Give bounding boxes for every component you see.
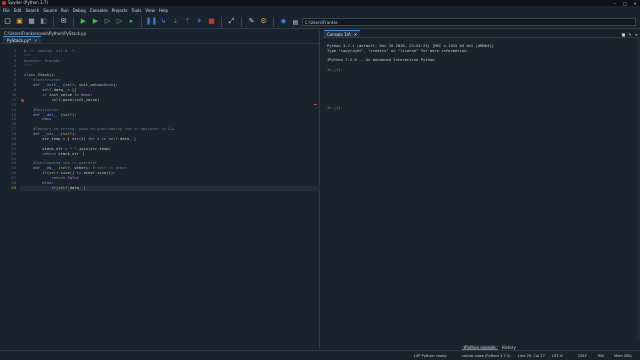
- status-bar: LSP Python: ready conda: base (Python 3.…: [0, 350, 640, 360]
- menu-bar: File Edit Search Source Run Debug Consoles Proj…: [0, 7, 640, 14]
- window-titlebar: Spyder (Python 3.7) – □ ✕: [0, 0, 640, 6]
- status-eol: CRLF: [578, 354, 588, 358]
- maximize-icon[interactable]: □: [620, 0, 630, 6]
- save-icon[interactable]: ■: [27, 17, 36, 26]
- menu-view[interactable]: View: [145, 7, 155, 14]
- line-number: 29: [11, 184, 16, 190]
- menu-debug[interactable]: Debug: [73, 7, 86, 14]
- tab-pystack[interactable]: PyStack.py* ✕: [3, 36, 42, 43]
- save-all-icon[interactable]: ◧: [39, 17, 48, 26]
- console-output[interactable]: Python 3.7.1 (default, Dec 10 2018, 22:5…: [327, 43, 636, 111]
- open-file-icon[interactable]: ▣: [15, 17, 24, 26]
- toolbar-separator: [141, 16, 142, 27]
- run-cell-advance-icon[interactable]: ▷: [115, 17, 124, 26]
- new-file-icon[interactable]: ▢: [3, 17, 12, 26]
- python-path-icon[interactable]: ⚙: [259, 17, 268, 26]
- code-line[interactable]: 29 if(self.data_ ): [11, 184, 320, 191]
- continue-icon[interactable]: ⏵: [195, 17, 204, 26]
- menu-source[interactable]: Source: [43, 7, 57, 14]
- console-prompt: In [1]:: [327, 105, 344, 111]
- spyder-app-icon: [2, 1, 6, 5]
- close-console-icon[interactable]: ✕: [354, 32, 357, 37]
- maximize-pane-icon[interactable]: ⤢: [227, 17, 236, 26]
- window-title: Spyder (Python 3.7): [8, 0, 48, 5]
- toolbar-separator: [53, 16, 54, 27]
- step-return-icon[interactable]: ⇡: [183, 17, 192, 26]
- status-lsp: LSP Python: ready: [414, 354, 447, 358]
- stop-kernel-icon[interactable]: ■: [622, 32, 626, 37]
- console-pane: Console 1/A ✕ ■ ✎ ≡ Python 3.7.1 (defaul…: [322, 30, 640, 348]
- minimize-icon[interactable]: –: [610, 0, 620, 6]
- run-cell-icon[interactable]: ▷: [103, 17, 112, 26]
- menu-projects[interactable]: Projects: [112, 7, 128, 14]
- working-directory-box[interactable]: [302, 18, 636, 26]
- working-directory-input[interactable]: [305, 19, 635, 25]
- status-cursor-position: Line 29, Col 27: [518, 354, 545, 358]
- editor-pane: C:\Users\Frankie\code\Python\PyStack.py …: [0, 30, 320, 348]
- editor-tabs: PyStack.py* ✕: [0, 36, 319, 44]
- menu-tools[interactable]: Tools: [132, 7, 142, 14]
- python-logo-icon[interactable]: ◆: [279, 17, 288, 26]
- menu-run[interactable]: Run: [61, 7, 69, 14]
- editor-file-path: C:\Users\Frankie\code\Python\PyStack.py: [4, 31, 87, 36]
- menu-help[interactable]: Help: [159, 7, 168, 14]
- debug-icon[interactable]: ❚❚: [146, 17, 158, 26]
- tab-label: PyStack.py*: [7, 37, 32, 43]
- path-actions: ▤: [292, 19, 299, 26]
- close-tab-icon[interactable]: ✕: [34, 38, 37, 43]
- preferences-icon[interactable]: ✎: [247, 17, 256, 26]
- run-icon[interactable]: ▶: [79, 17, 88, 26]
- code-text: if(self.data_ ): [51, 184, 86, 190]
- status-mode: RW: [598, 354, 604, 358]
- edit-icon[interactable]: ✎: [628, 32, 631, 37]
- window-controls: – □ ✕: [610, 0, 640, 6]
- run-selection-icon[interactable]: ▸: [127, 17, 136, 26]
- folder-icon[interactable]: ▤: [292, 19, 299, 26]
- status-memory: Mem 58%: [614, 354, 632, 358]
- toolbar-separator: [221, 16, 222, 27]
- status-conda: conda: base (Python 3.7.1): [462, 354, 511, 358]
- email-icon[interactable]: ✉: [59, 17, 68, 26]
- menu-consoles[interactable]: Consoles: [90, 7, 108, 14]
- toolbar-separator: [273, 16, 274, 27]
- status-encoding: UTF-8: [552, 354, 563, 358]
- toolbar-separator: [241, 16, 242, 27]
- console-tabs: Console 1/A ✕: [322, 30, 640, 38]
- close-icon[interactable]: ✕: [630, 0, 640, 6]
- menu-search[interactable]: Search: [25, 7, 39, 14]
- edge-line-marker: [314, 104, 317, 105]
- tab-console-1[interactable]: Console 1/A ✕: [324, 30, 361, 37]
- code-editor[interactable]: 1 # -*- coding: utf-8 -*- 2 """ 3 @author: Fr…: [0, 47, 320, 347]
- console-actions: ■ ✎ ≡: [622, 32, 639, 37]
- step-icon[interactable]: ↳: [159, 17, 168, 26]
- step-into-icon[interactable]: ⇣: [171, 17, 180, 26]
- menu-file[interactable]: File: [3, 7, 10, 14]
- code-lines[interactable]: 1 # -*- coding: utf-8 -*- 2 """ 3 @author: Fr…: [11, 48, 320, 191]
- toolbar-separator: [73, 16, 74, 27]
- console-tab-label: Console 1/A: [327, 31, 351, 37]
- menu-edit[interactable]: Edit: [14, 7, 22, 14]
- stop-debug-icon[interactable]: ■: [207, 17, 216, 26]
- run-file-icon[interactable]: ▶: [91, 17, 100, 26]
- options-menu-icon[interactable]: ≡: [635, 32, 638, 37]
